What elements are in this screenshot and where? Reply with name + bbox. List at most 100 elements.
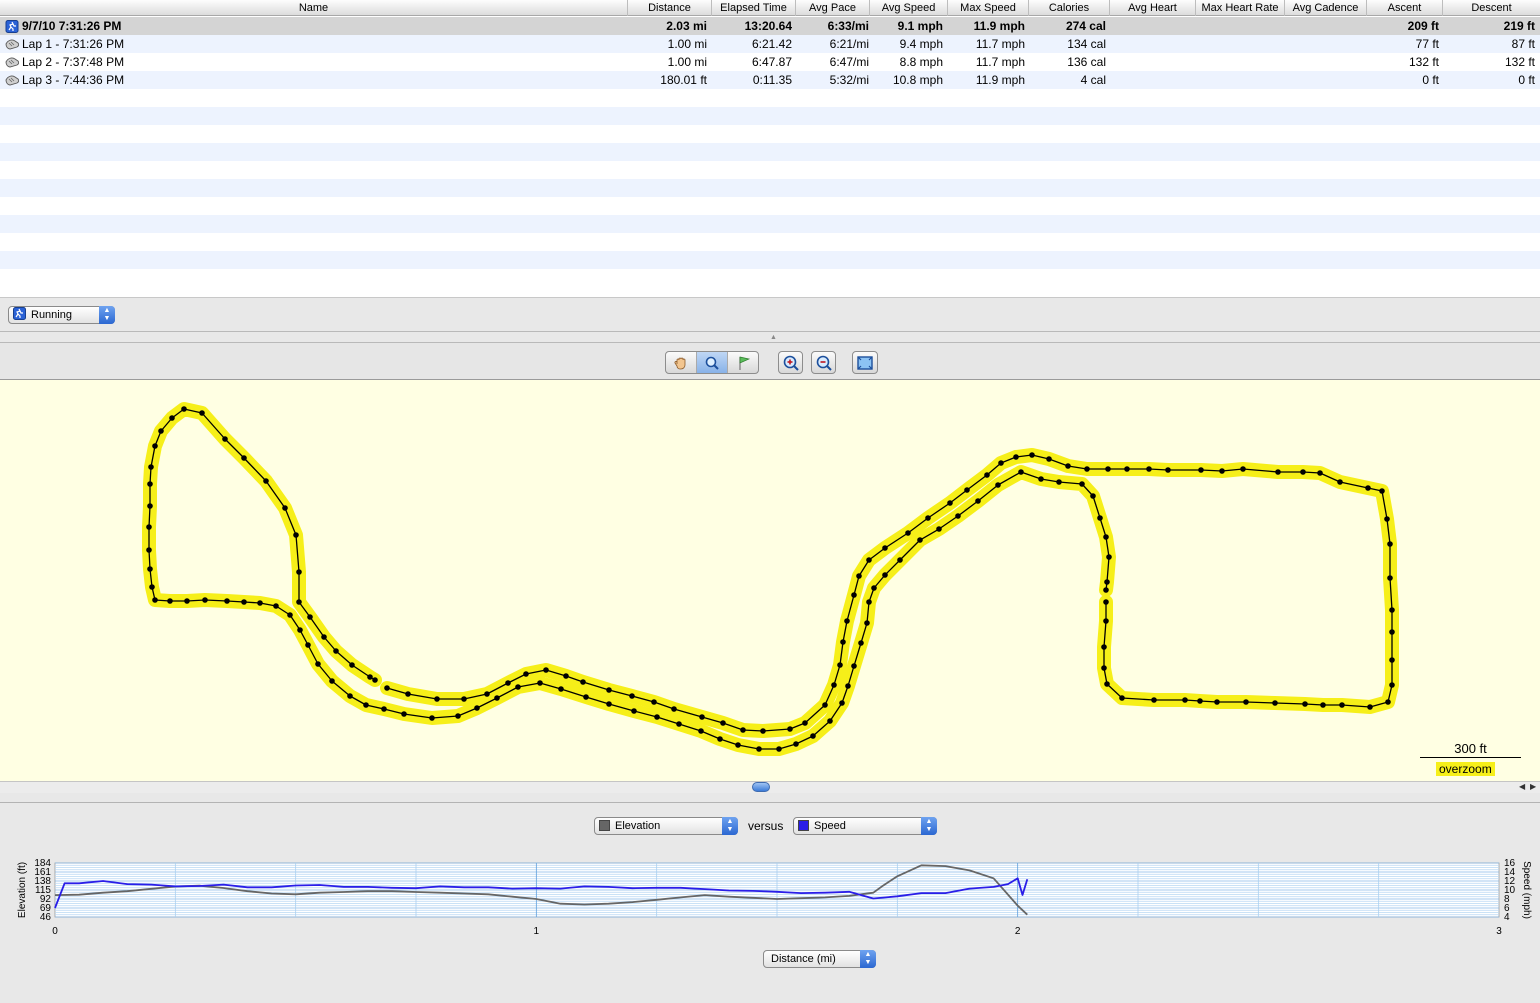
zoom-out-button[interactable]	[811, 351, 836, 374]
trackpoint[interactable]	[296, 569, 302, 575]
trackpoint[interactable]	[367, 674, 373, 680]
column-header-name[interactable]: Name	[0, 0, 628, 16]
column-header-avg-heart[interactable]: Avg Heart	[1110, 0, 1196, 16]
trackpoint[interactable]	[699, 714, 705, 720]
trackpoint[interactable]	[1320, 702, 1326, 708]
trackpoint[interactable]	[329, 678, 335, 684]
lap-row[interactable]: Lap 3 - 7:44:36 PM 180.01 ft 0:11.35 5:32/m…	[0, 71, 1540, 89]
trackpoint[interactable]	[147, 566, 153, 572]
trackpoint[interactable]	[856, 573, 862, 579]
trackpoint[interactable]	[558, 686, 564, 692]
trackpoint[interactable]	[654, 714, 660, 720]
trackpoint[interactable]	[1056, 479, 1062, 485]
activity-type-select[interactable]: Running ▲ ▼	[8, 306, 115, 324]
trackpoint[interactable]	[1182, 697, 1188, 703]
trackpoint[interactable]	[1300, 469, 1306, 475]
trackpoint[interactable]	[1103, 618, 1109, 624]
trackpoint[interactable]	[897, 557, 903, 563]
trackpoint[interactable]	[146, 547, 152, 553]
elevation-speed-chart[interactable]: 184161138115926946161412108640 1 2 3 Elevat…	[0, 853, 1540, 1003]
trackpoint[interactable]	[152, 443, 158, 449]
trackpoint[interactable]	[1104, 681, 1110, 687]
trackpoint[interactable]	[1065, 463, 1071, 469]
trackpoint[interactable]	[1079, 481, 1085, 487]
trackpoint[interactable]	[199, 410, 205, 416]
trackpoint[interactable]	[184, 598, 190, 604]
trackpoint[interactable]	[1219, 468, 1225, 474]
lap-row[interactable]: Lap 2 - 7:37:48 PM 1.00 mi 6:47.87 6:47/mi 8…	[0, 53, 1540, 71]
column-header-max-speed[interactable]: Max Speed	[948, 0, 1029, 16]
trackpoint[interactable]	[1103, 599, 1109, 605]
left-metric-select[interactable]: Elevation ▲ ▼	[594, 817, 738, 835]
trackpoint[interactable]	[1240, 466, 1246, 472]
trackpoint[interactable]	[372, 677, 378, 683]
trackpoint[interactable]	[822, 702, 828, 708]
trackpoint[interactable]	[882, 572, 888, 578]
trackpoint[interactable]	[347, 693, 353, 699]
trackpoint[interactable]	[297, 627, 303, 633]
map-tool-segmented-control[interactable]	[665, 351, 759, 374]
trackpoint[interactable]	[998, 460, 1004, 466]
trackpoint[interactable]	[1103, 587, 1109, 593]
trackpoint[interactable]	[1146, 466, 1152, 472]
trackpoint[interactable]	[1101, 644, 1107, 650]
trackpoint[interactable]	[148, 464, 154, 470]
trackpoint[interactable]	[698, 728, 704, 734]
trackpoint[interactable]	[563, 673, 569, 679]
trackpoint[interactable]	[202, 597, 208, 603]
trackpoint[interactable]	[515, 684, 521, 690]
trackpoint[interactable]	[1103, 534, 1109, 540]
trackpoint[interactable]	[776, 746, 782, 752]
trackpoint[interactable]	[305, 642, 311, 648]
trackpoint[interactable]	[955, 513, 961, 519]
lap-row[interactable]: Lap 1 - 7:31:26 PM 1.00 mi 6:21.42 6:21/mi 9…	[0, 35, 1540, 53]
route-map-canvas[interactable]	[0, 380, 1540, 781]
trackpoint[interactable]	[543, 667, 549, 673]
trackpoint[interactable]	[1151, 697, 1157, 703]
trackpoint[interactable]	[1013, 454, 1019, 460]
trackpoint[interactable]	[181, 406, 187, 412]
trackpoint[interactable]	[307, 614, 313, 620]
hand-tool-button[interactable]	[666, 352, 697, 373]
trackpoint[interactable]	[1105, 466, 1111, 472]
trackpoint[interactable]	[787, 726, 793, 732]
trackpoint[interactable]	[1018, 469, 1024, 475]
flag-tool-button[interactable]	[728, 352, 759, 373]
trackpoint[interactable]	[384, 685, 390, 691]
trackpoint[interactable]	[629, 693, 635, 699]
trackpoint[interactable]	[257, 600, 263, 606]
trackpoint[interactable]	[315, 661, 321, 667]
trackpoint[interactable]	[858, 640, 864, 646]
trackpoint[interactable]	[631, 708, 637, 714]
trackpoint[interactable]	[1119, 695, 1125, 701]
trackpoint[interactable]	[917, 537, 923, 543]
trackpoint[interactable]	[1275, 469, 1281, 475]
trackpoint[interactable]	[1339, 702, 1345, 708]
trackpoint[interactable]	[287, 612, 293, 618]
trackpoint[interactable]	[936, 526, 942, 532]
trackpoint[interactable]	[1165, 467, 1171, 473]
trackpoint[interactable]	[1214, 699, 1220, 705]
trackpoint[interactable]	[1379, 488, 1385, 494]
trackpoint[interactable]	[147, 481, 153, 487]
trackpoint[interactable]	[494, 695, 500, 701]
trackpoint[interactable]	[296, 599, 302, 605]
trackpoint[interactable]	[866, 599, 872, 605]
trackpoint[interactable]	[158, 428, 164, 434]
trackpoint[interactable]	[606, 701, 612, 707]
column-header-avg-cadence[interactable]: Avg Cadence	[1285, 0, 1367, 16]
scroll-right-icon[interactable]: ▶	[1530, 782, 1536, 791]
trackpoint[interactable]	[1317, 470, 1323, 476]
trackpoint[interactable]	[793, 741, 799, 747]
column-header-avg-pace[interactable]: Avg Pace	[796, 0, 870, 16]
trackpoint[interactable]	[241, 455, 247, 461]
trackpoint[interactable]	[381, 706, 387, 712]
trackpoint[interactable]	[925, 515, 931, 521]
trackpoint[interactable]	[905, 530, 911, 536]
trackpoint[interactable]	[1387, 541, 1393, 547]
trackpoint[interactable]	[831, 682, 837, 688]
column-header-ascent[interactable]: Ascent	[1367, 0, 1443, 16]
trackpoint[interactable]	[363, 702, 369, 708]
trackpoint[interactable]	[580, 679, 586, 685]
trackpoint[interactable]	[1090, 493, 1096, 499]
